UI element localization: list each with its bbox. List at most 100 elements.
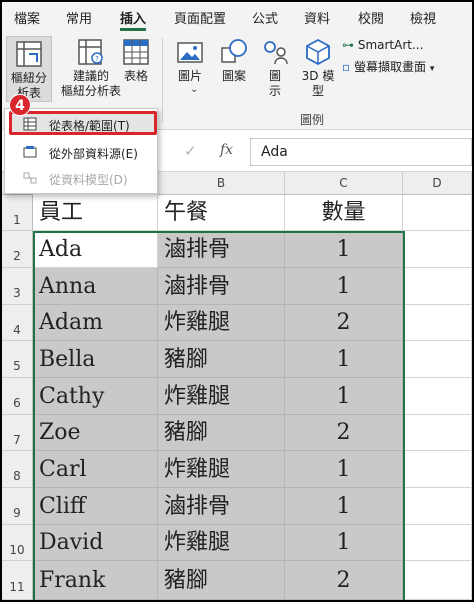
cell-name[interactable]: Cliff (33, 488, 158, 525)
row-header[interactable]: 9 (2, 488, 33, 525)
column-header-b[interactable]: B (158, 172, 285, 195)
chevron-down-icon[interactable]: ⌄ (190, 84, 198, 95)
cell-empty[interactable] (403, 488, 472, 525)
menu-item-label: 從資料模型(D) (49, 173, 128, 187)
row-header[interactable]: 10 (2, 525, 33, 561)
row-header[interactable]: 8 (2, 451, 33, 488)
table-button[interactable]: 表格 (120, 38, 152, 102)
insert-function-icon[interactable]: fx (220, 142, 233, 158)
cell-qty[interactable]: 1 (285, 451, 403, 488)
cell-empty[interactable] (403, 268, 472, 305)
cell-name[interactable]: 員工 (33, 195, 158, 231)
menu-item-label: 從表格/範圍(T) (49, 119, 130, 133)
tab-view[interactable]: 檢視 (410, 8, 436, 27)
icons-label-2: 示 (268, 84, 281, 98)
cell-empty[interactable] (403, 561, 472, 600)
row-header[interactable]: 6 (2, 378, 33, 415)
spreadsheet-grid[interactable]: B C D 1 員工 午餐 數量 2 Ada 滷排骨 1 3 Anna 滷排骨 1 4 Adam 炸雞腿 2 5… (2, 172, 472, 600)
cell-empty[interactable] (403, 415, 472, 451)
cell-meal[interactable]: 滷排骨 (158, 231, 285, 268)
cell-meal[interactable]: 炸雞腿 (158, 525, 285, 561)
cell-qty[interactable]: 1 (285, 341, 403, 378)
cell-meal[interactable]: 炸雞腿 (158, 451, 285, 488)
3d-models-button[interactable]: 3D 模 型 (300, 38, 336, 110)
row-header[interactable]: 5 (2, 341, 33, 378)
cell-empty[interactable] (403, 195, 472, 231)
cell-empty[interactable] (403, 231, 472, 268)
cell-meal[interactable]: 豬腳 (158, 561, 285, 600)
external-source-icon (23, 146, 37, 158)
cell-meal[interactable]: 午餐 (158, 195, 285, 231)
recommended-pivot-label-2: 樞紐分析表 (60, 84, 121, 98)
formula-input[interactable]: Ada (250, 138, 472, 166)
cell-name[interactable]: Anna (33, 268, 158, 305)
cell-empty[interactable] (403, 451, 472, 488)
recommended-pivot-button[interactable]: ? 建議的 樞紐分析表 (58, 38, 124, 102)
row-header[interactable]: 11 (2, 561, 33, 600)
recommended-pivot-icon: ? (78, 39, 103, 65)
tab-page-layout[interactable]: 頁面配置 (174, 8, 226, 27)
active-tab-indicator (120, 28, 146, 31)
table-range-icon (23, 117, 37, 131)
cell-qty[interactable]: 2 (285, 561, 403, 600)
column-header-c[interactable]: C (285, 172, 403, 195)
pivot-table-button[interactable]: 樞紐分 析表 (6, 36, 52, 102)
cell-name[interactable]: Frank (33, 561, 158, 600)
excel-window: 檔案 常用 插入 頁面配置 公式 資料 校閱 檢視 樞紐分 析表 ? 建議的 樞… (2, 2, 472, 600)
cell-name[interactable]: Ada (33, 231, 158, 268)
cell-qty[interactable]: 數量 (285, 195, 403, 231)
cell-meal[interactable]: 豬腳 (158, 415, 285, 451)
row-header[interactable]: 3 (2, 268, 33, 305)
cell-name[interactable]: David (33, 525, 158, 561)
cell-empty[interactable] (403, 341, 472, 378)
table-label: 表格 (123, 69, 148, 83)
pictures-label: 圖片 (177, 69, 202, 83)
cell-empty[interactable] (403, 305, 472, 341)
ribbon-tabs: 檔案 常用 插入 頁面配置 公式 資料 校閱 檢視 (2, 2, 472, 32)
tab-insert[interactable]: 插入 (120, 8, 146, 27)
tab-data[interactable]: 資料 (304, 8, 330, 27)
menu-item-from-table-range[interactable]: 從表格/範圍(T) (5, 112, 157, 136)
cell-name[interactable]: Zoe (33, 415, 158, 451)
cell-meal[interactable]: 豬腳 (158, 341, 285, 378)
screenshot-button[interactable]: ▫ 螢幕擷取畫面 ▾ (342, 60, 472, 78)
cell-meal[interactable]: 炸雞腿 (158, 305, 285, 341)
menu-item-from-external-source[interactable]: 從外部資料源(E) (5, 140, 157, 164)
shapes-button[interactable]: 圖案 (217, 38, 251, 102)
cell-qty[interactable]: 1 (285, 488, 403, 525)
tab-home[interactable]: 常用 (66, 8, 92, 27)
cell-name[interactable]: Carl (33, 451, 158, 488)
icons-button[interactable]: 圖 示 (260, 38, 290, 110)
cell-name[interactable]: Bella (33, 341, 158, 378)
cell-meal[interactable]: 炸雞腿 (158, 378, 285, 415)
step-badge: 4 (9, 94, 31, 116)
cell-name[interactable]: Adam (33, 305, 158, 341)
icons-icon (264, 41, 288, 65)
cell-meal[interactable]: 滷排骨 (158, 488, 285, 525)
cancel-icon[interactable]: ✓ (184, 142, 197, 160)
cell-qty[interactable]: 2 (285, 415, 403, 451)
cell-meal[interactable]: 滷排骨 (158, 268, 285, 305)
tab-review[interactable]: 校閱 (358, 8, 384, 27)
smartart-button[interactable]: ⊶ SmartArt... (342, 38, 462, 56)
cell-qty[interactable]: 1 (285, 268, 403, 305)
row-header[interactable]: 4 (2, 305, 33, 341)
row-header[interactable]: 1 (2, 195, 33, 231)
cell-qty[interactable]: 2 (285, 305, 403, 341)
column-header-d[interactable]: D (403, 172, 472, 195)
tab-formulas[interactable]: 公式 (252, 8, 278, 27)
recommended-pivot-label-1: 建議的 (72, 69, 109, 83)
picture-icon (177, 42, 203, 63)
cell-qty[interactable]: 1 (285, 525, 403, 561)
icons-label-1: 圖 (268, 69, 281, 83)
table-icon (123, 39, 149, 65)
cell-qty[interactable]: 1 (285, 378, 403, 415)
menu-item-from-data-model: 從資料模型(D) (5, 166, 157, 190)
tab-file[interactable]: 檔案 (14, 8, 40, 27)
cell-empty[interactable] (403, 525, 472, 561)
cell-empty[interactable] (403, 378, 472, 415)
row-header[interactable]: 7 (2, 415, 33, 451)
cell-qty[interactable]: 1 (285, 231, 403, 268)
cell-name[interactable]: Cathy (33, 378, 158, 415)
row-header[interactable]: 2 (2, 231, 33, 268)
